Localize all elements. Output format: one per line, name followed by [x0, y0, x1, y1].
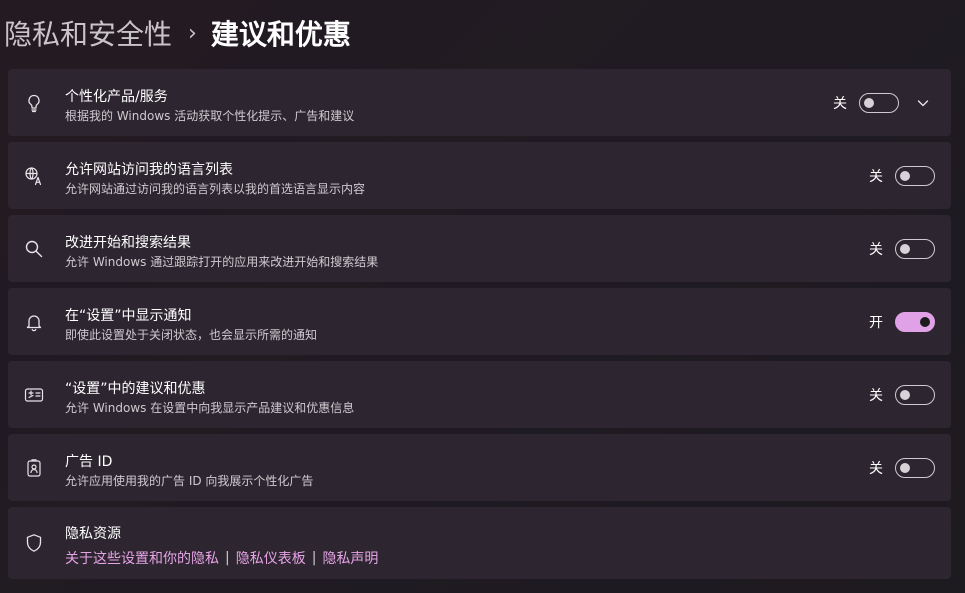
- settings-list: 个性化产品/服务 根据我的 Windows 活动获取个性化提示、广告和建议 关 …: [8, 69, 951, 585]
- toggle-state-label: 关: [833, 95, 847, 112]
- link-separator: |: [311, 550, 317, 566]
- toggle-knob: [920, 316, 930, 327]
- improve-start-search-toggle[interactable]: [895, 238, 935, 259]
- setting-description: 允许网站通过访问我的语言列表以我的首选语言显示内容: [65, 182, 366, 196]
- setting-title: 个性化产品/服务: [65, 89, 168, 105]
- advertising-id-toggle[interactable]: [895, 457, 935, 478]
- chevron-down-icon[interactable]: [911, 93, 935, 113]
- link-about-settings-privacy[interactable]: 关于这些设置和你的隐私: [65, 548, 219, 568]
- breadcrumb-separator: ›: [188, 20, 197, 46]
- setting-description: 即使此设置处于关闭状态，也会显示所需的通知: [65, 328, 318, 342]
- show-notifications-toggle[interactable]: [895, 311, 935, 332]
- link-separator: |: [225, 550, 230, 566]
- breadcrumb-parent-privacy-security[interactable]: 隐私和安全性: [4, 13, 172, 53]
- id-badge-icon: [24, 458, 44, 478]
- setting-title: “设置”中的建议和优惠: [65, 381, 206, 397]
- setting-language-list[interactable]: 允许网站访问我的语言列表 允许网站通过访问我的语言列表以我的首选语言显示内容 关: [8, 142, 951, 209]
- setting-control: 关: [869, 384, 935, 405]
- bell-icon: [24, 312, 44, 332]
- toggle-knob: [900, 243, 910, 254]
- setting-personalized-offers[interactable]: 个性化产品/服务 根据我的 Windows 活动获取个性化提示、广告和建议 关: [8, 69, 951, 136]
- setting-title: 在“设置”中显示通知: [65, 308, 192, 324]
- setting-control: 关: [869, 238, 935, 259]
- setting-improve-start-search[interactable]: 改进开始和搜索结果 允许 Windows 通过跟踪打开的应用来改进开始和搜索结果…: [8, 215, 951, 282]
- lightbulb-icon: [24, 93, 44, 113]
- setting-suggested-content[interactable]: “设置”中的建议和优惠 允许 Windows 在设置中向我显示产品建议和优惠信息…: [8, 361, 951, 428]
- link-privacy-dashboard[interactable]: 隐私仪表板: [236, 548, 306, 568]
- privacy-resources-card: 隐私资源 关于这些设置和你的隐私 | 隐私仪表板 | 隐私声明: [8, 507, 951, 579]
- language-icon: [24, 166, 44, 186]
- setting-title: 改进开始和搜索结果: [65, 235, 191, 251]
- toggle-state-label: 关: [869, 168, 883, 185]
- setting-description: 允许 Windows 在设置中向我显示产品建议和优惠信息: [65, 401, 355, 415]
- setting-title: 允许网站访问我的语言列表: [65, 162, 233, 178]
- toggle-knob: [900, 462, 910, 473]
- toggle-knob: [900, 389, 910, 400]
- setting-control: 开: [869, 311, 935, 332]
- privacy-resources-title: 隐私资源: [65, 526, 121, 542]
- search-icon: [24, 239, 44, 259]
- toggle-state-label: 关: [869, 387, 883, 404]
- setting-control: 关: [869, 165, 935, 186]
- setting-description: 允许应用使用我的广告 ID 向我展示个性化广告: [65, 474, 314, 488]
- setting-description: 根据我的 Windows 活动获取个性化提示、广告和建议: [65, 109, 355, 123]
- toggle-knob: [864, 97, 874, 108]
- toggle-state-label: 关: [869, 460, 883, 477]
- setting-control: 关: [869, 457, 935, 478]
- setting-title: 广告 ID: [65, 454, 113, 470]
- setting-advertising-id[interactable]: 广告 ID 允许应用使用我的广告 ID 向我展示个性化广告 关: [8, 434, 951, 501]
- setting-control: 关: [833, 92, 935, 113]
- link-privacy-statement[interactable]: 隐私声明: [322, 548, 378, 568]
- personalized-offers-toggle[interactable]: [859, 92, 899, 113]
- toggle-state-label: 关: [869, 241, 883, 258]
- page-title: 建议和优惠: [210, 18, 351, 51]
- privacy-links: 关于这些设置和你的隐私 | 隐私仪表板 | 隐私声明: [65, 548, 378, 568]
- toggle-state-label: 开: [869, 314, 883, 331]
- offer-card-icon: [24, 385, 44, 405]
- suggested-content-toggle[interactable]: [895, 384, 935, 405]
- shield-icon: [24, 533, 44, 553]
- breadcrumb: 隐私和安全性 › 建议和优惠: [4, 13, 351, 53]
- language-list-toggle[interactable]: [895, 165, 935, 186]
- setting-description: 允许 Windows 通过跟踪打开的应用来改进开始和搜索结果: [65, 255, 379, 269]
- setting-show-notifications[interactable]: 在“设置”中显示通知 即使此设置处于关闭状态，也会显示所需的通知 开: [8, 288, 951, 355]
- toggle-knob: [900, 170, 910, 181]
